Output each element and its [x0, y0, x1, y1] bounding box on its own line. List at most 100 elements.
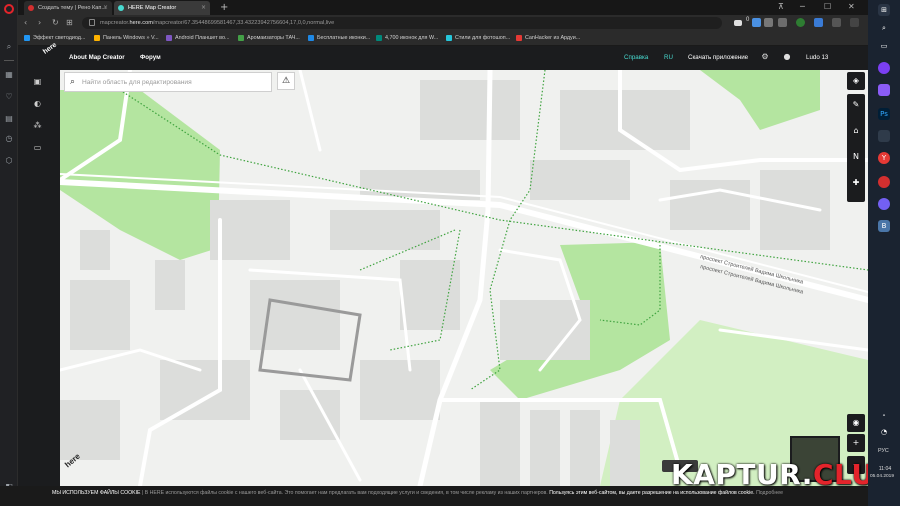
- url-path: /mapcreator/67.35448699581467,33.4322394…: [152, 20, 335, 26]
- add-address-icon[interactable]: ⌂: [847, 126, 865, 135]
- menu-icon[interactable]: [850, 18, 859, 27]
- opera-logo-icon[interactable]: [4, 4, 14, 14]
- map-layers-button[interactable]: ◈: [847, 72, 865, 90]
- flag-icon[interactable]: [734, 20, 742, 26]
- tray-time[interactable]: 11:04: [875, 466, 895, 472]
- about-link[interactable]: About Map Creator: [69, 54, 125, 61]
- bookmark-item[interactable]: CanHacker из Ардуи...: [516, 35, 580, 41]
- tab-bar: Создать тему | Рено Кап... × HERE Map Cr…: [18, 0, 868, 15]
- app-icon[interactable]: [878, 130, 890, 142]
- vk-icon[interactable]: В: [878, 220, 890, 232]
- help-link[interactable]: Справка: [624, 54, 648, 61]
- url-prefix: mapcreator.: [100, 20, 130, 26]
- yandex-icon[interactable]: Y: [878, 152, 890, 164]
- new-tab-button[interactable]: +: [220, 2, 228, 13]
- lock-icon: [89, 19, 95, 26]
- heart-bookmark-icon[interactable]: [764, 18, 773, 27]
- bookmark-icon: [376, 35, 382, 41]
- bookmark-item[interactable]: 4,700 иконок для W...: [376, 35, 438, 41]
- park: [700, 70, 820, 130]
- maximize-icon[interactable]: ☐: [824, 2, 831, 11]
- tray-date[interactable]: 05.04.2019: [870, 474, 894, 479]
- zoom-in-button[interactable]: +: [847, 434, 865, 452]
- reload-icon[interactable]: ↻: [52, 18, 59, 27]
- tab-reno[interactable]: Создать тему | Рено Кап... ×: [24, 1, 112, 15]
- map-canvas[interactable]: проспект Строителей Вадима Школьника про…: [60, 70, 868, 486]
- bookmark-icon: [166, 35, 172, 41]
- apple-icon[interactable]: ●: [782, 52, 792, 62]
- bookmark-label: Эффект светодиод...: [33, 35, 86, 41]
- search-icon[interactable]: ⌕: [4, 42, 14, 52]
- language-selector[interactable]: RU: [664, 54, 673, 61]
- search-placeholder: Найти область для редактирования: [82, 79, 192, 86]
- news-icon[interactable]: ▤: [4, 114, 14, 124]
- speed-dial-grid-icon[interactable]: ⊞: [66, 18, 73, 27]
- search-icon[interactable]: ⌕: [878, 22, 890, 34]
- download-icon[interactable]: [832, 18, 841, 27]
- extension-icon[interactable]: [814, 18, 823, 27]
- snapshot-icon[interactable]: [778, 18, 787, 27]
- minimize-icon[interactable]: ─: [800, 2, 805, 11]
- bookmark-icon: [24, 35, 30, 41]
- task-view-icon[interactable]: ▭: [878, 40, 890, 52]
- extensions-icon[interactable]: ⬡: [4, 156, 14, 166]
- bookmark-item[interactable]: Бесплатные иконки...: [308, 35, 370, 41]
- bookmark-item[interactable]: Аромаизаторы ТАЧ...: [238, 35, 300, 41]
- bookmark-icon: [308, 35, 314, 41]
- bookmark-item[interactable]: Эффект светодиод...: [24, 35, 85, 41]
- cookie-title: МЫ ИСПОЛЬЗУЕМ ФАЙЛЫ COOKIE: [52, 490, 141, 496]
- android-icon[interactable]: ⚙: [760, 52, 770, 62]
- opera-icon[interactable]: [878, 176, 890, 188]
- tab-here-map-creator[interactable]: HERE Map Creator ×: [114, 1, 210, 15]
- photoshop-icon[interactable]: Ps: [878, 108, 890, 120]
- community-icon[interactable]: ⁂: [32, 120, 43, 131]
- forum-link[interactable]: Форум: [140, 54, 161, 61]
- tray-arrow-icon[interactable]: ˄: [878, 412, 890, 424]
- bookmark-icon: [238, 35, 244, 41]
- tab-favicon: [118, 5, 124, 11]
- url-domain: here.com: [129, 20, 153, 26]
- user-menu[interactable]: Ludo 13: [806, 54, 828, 61]
- close-tab-icon[interactable]: ×: [103, 4, 108, 11]
- warning-button[interactable]: ⚠: [277, 72, 295, 90]
- opera-sidebar: ⌕ ▦ ♡ ▤ ◷ ⬡ ◧: [0, 0, 18, 506]
- locate-me-button[interactable]: ◉: [847, 414, 865, 432]
- right-tools-panel: ✎ ⌂ N ✚: [847, 94, 865, 202]
- close-tab-icon[interactable]: ×: [201, 4, 206, 11]
- add-road-icon[interactable]: N: [847, 152, 865, 161]
- network-icon[interactable]: ◔: [878, 426, 890, 438]
- url-field[interactable]: mapcreator.here.com/mapcreator/67.354486…: [82, 17, 722, 29]
- search-input[interactable]: ⌕ Найти область для редактирования: [64, 72, 272, 92]
- pin-icon[interactable]: ⊼: [778, 2, 784, 11]
- edit-icon[interactable]: ▣: [32, 76, 43, 87]
- back-icon[interactable]: ‹: [24, 18, 27, 27]
- windows-start-icon[interactable]: ⊞: [878, 4, 890, 16]
- add-place-icon[interactable]: ✚: [847, 178, 865, 187]
- close-window-icon[interactable]: ✕: [848, 2, 855, 11]
- bookmark-label: Android Планшет во...: [175, 35, 230, 41]
- layers-icon[interactable]: ◐: [32, 98, 43, 109]
- search-icon: ⌕: [70, 77, 76, 87]
- vpn-icon[interactable]: [796, 18, 805, 27]
- app-icon[interactable]: [878, 84, 890, 96]
- inbox-icon[interactable]: ▭: [32, 142, 43, 153]
- history-icon[interactable]: ◷: [4, 134, 14, 144]
- speed-dial-icon[interactable]: ▦: [4, 70, 14, 80]
- map-graphics: проспект Строителей Вадима Школьника про…: [60, 70, 868, 486]
- app-icon[interactable]: [878, 62, 890, 74]
- forward-icon[interactable]: ›: [38, 18, 41, 27]
- bookmark-item[interactable]: Android Планшет во...: [166, 35, 229, 41]
- site-watermark: KAPTUR.CLUB: [671, 458, 896, 491]
- tray-language[interactable]: РУС: [878, 448, 889, 454]
- add-poi-icon[interactable]: ✎: [847, 100, 865, 109]
- shield-icon[interactable]: [752, 18, 761, 27]
- watermark-main: KAPTUR.: [671, 458, 813, 491]
- heart-icon[interactable]: ♡: [4, 92, 14, 102]
- viber-icon[interactable]: [878, 198, 890, 210]
- bookmark-item[interactable]: Панель Windows » V...: [94, 35, 159, 41]
- bookmark-item[interactable]: Стили для фотошоп...: [446, 35, 510, 41]
- bookmark-label: Аромаизаторы ТАЧ...: [247, 35, 300, 41]
- sidebar-divider: [4, 60, 14, 61]
- download-app-link[interactable]: Скачать приложение: [688, 54, 748, 61]
- tab-favicon: [28, 5, 34, 11]
